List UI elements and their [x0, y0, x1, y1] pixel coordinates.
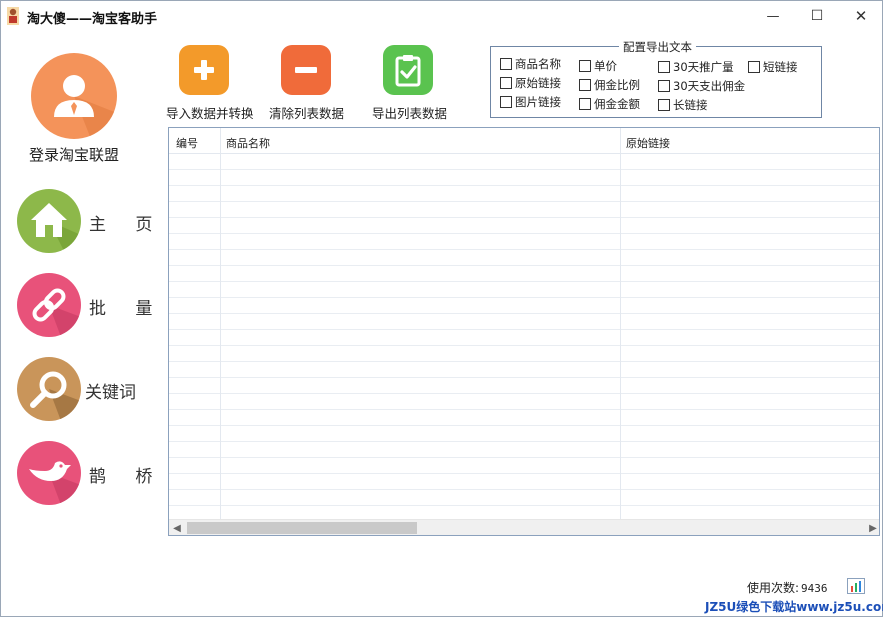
checkbox-short-link[interactable]: 短链接 — [748, 59, 798, 75]
minimize-icon: — — [766, 8, 780, 24]
watermark-text: JZ5U绿色下载站www.jz5u.com — [705, 600, 883, 614]
usage-label: 使用次数: — [747, 581, 800, 595]
export-list-button[interactable]: 导出列表数据 — [372, 45, 472, 121]
column-divider — [620, 128, 621, 520]
export-list-label: 导出列表数据 — [372, 106, 448, 121]
maximize-icon: ☐ — [810, 8, 824, 24]
window-title: 淘大傻——淘宝客助手 — [27, 12, 158, 27]
grid-header: 编号 商品名称 原始链接 — [169, 128, 879, 154]
sidebar-item-label: 主 页 — [89, 215, 165, 235]
sidebar-item-label: 关键词 — [85, 383, 136, 403]
checkbox-box[interactable] — [579, 98, 591, 110]
grid-body[interactable] — [169, 154, 879, 520]
minimize-button[interactable]: — — [751, 1, 795, 31]
checkbox-box[interactable] — [658, 99, 670, 111]
checkbox-box[interactable] — [579, 60, 591, 72]
checkbox-long-link[interactable]: 长链接 — [658, 97, 708, 113]
column-header-id[interactable]: 编号 — [176, 135, 198, 151]
app-window: 淘大傻——淘宝客助手 — ☐ ✕ 登录淘宝联盟 主 页 批 量 关键词 鹊 桥 … — [0, 0, 883, 617]
login-label[interactable]: 登录淘宝联盟 — [1, 144, 147, 165]
sidebar: 登录淘宝联盟 主 页 批 量 关键词 鹊 桥 — [1, 31, 159, 591]
sidebar-item-label: 鹊 桥 — [89, 467, 165, 487]
user-icon — [54, 75, 117, 139]
bar-chart-icon[interactable] — [847, 578, 865, 594]
scroll-left-icon[interactable]: ◀ — [169, 521, 185, 535]
data-grid[interactable]: 编号 商品名称 原始链接 ◀ ▶ — [168, 127, 880, 536]
checkbox-box[interactable] — [500, 77, 512, 89]
plus-icon — [179, 45, 229, 95]
import-convert-button[interactable]: 导入数据并转换 — [166, 45, 266, 121]
home-icon — [17, 189, 81, 253]
title-bar: 淘大傻——淘宝客助手 — ☐ ✕ — [1, 1, 882, 31]
scroll-right-icon[interactable]: ▶ — [865, 521, 879, 535]
column-divider — [220, 128, 221, 520]
column-header-original-link[interactable]: 原始链接 — [626, 135, 670, 151]
bird-icon — [17, 441, 81, 505]
close-icon: ✕ — [854, 7, 868, 25]
sidebar-item-home[interactable]: 主 页 — [17, 189, 157, 255]
login-avatar-button[interactable] — [31, 53, 117, 139]
usage-value: 9436 — [801, 582, 828, 595]
checkbox-30day-commission[interactable]: 30天支出佣金 — [658, 78, 745, 94]
scrollbar-thumb[interactable] — [187, 522, 417, 534]
import-convert-label: 导入数据并转换 — [166, 106, 254, 121]
search-icon — [17, 357, 81, 421]
export-config-group: 配置导出文本 商品名称 原始链接 图片链接 单价 佣金比例 佣金金额 30天推广… — [490, 39, 822, 118]
column-header-product-name[interactable]: 商品名称 — [226, 135, 270, 151]
horizontal-scrollbar[interactable]: ◀ ▶ — [169, 519, 879, 535]
checkbox-box[interactable] — [658, 61, 670, 73]
close-button[interactable]: ✕ — [839, 1, 883, 31]
maximize-button[interactable]: ☐ — [795, 1, 839, 31]
checkbox-box[interactable] — [579, 79, 591, 91]
checkbox-unit-price[interactable]: 单价 — [579, 58, 617, 74]
clipboard-check-icon — [383, 45, 433, 95]
checkbox-original-link[interactable]: 原始链接 — [500, 75, 561, 91]
sidebar-item-keyword[interactable]: 关键词 — [17, 357, 157, 423]
minus-icon — [281, 45, 331, 95]
checkbox-box[interactable] — [500, 58, 512, 70]
usage-count: 使用次数: 9436 — [747, 579, 828, 596]
sidebar-item-bridge[interactable]: 鹊 桥 — [17, 441, 157, 507]
export-config-title: 配置导出文本 — [619, 39, 696, 55]
checkbox-image-link[interactable]: 图片链接 — [500, 94, 561, 110]
checkbox-box[interactable] — [748, 61, 760, 73]
checkbox-commission-rate[interactable]: 佣金比例 — [579, 77, 640, 93]
app-logo-icon — [7, 7, 19, 25]
checkbox-commission-amount[interactable]: 佣金金额 — [579, 96, 640, 112]
checkbox-30day-promo[interactable]: 30天推广量 — [658, 59, 734, 75]
clear-list-button[interactable]: 清除列表数据 — [269, 45, 369, 121]
link-icon — [17, 273, 81, 337]
sidebar-item-batch[interactable]: 批 量 — [17, 273, 157, 339]
sidebar-item-label: 批 量 — [89, 299, 165, 319]
checkbox-box[interactable] — [658, 80, 670, 92]
clear-list-label: 清除列表数据 — [269, 106, 345, 121]
checkbox-box[interactable] — [500, 96, 512, 108]
checkbox-product-name[interactable]: 商品名称 — [500, 56, 561, 72]
